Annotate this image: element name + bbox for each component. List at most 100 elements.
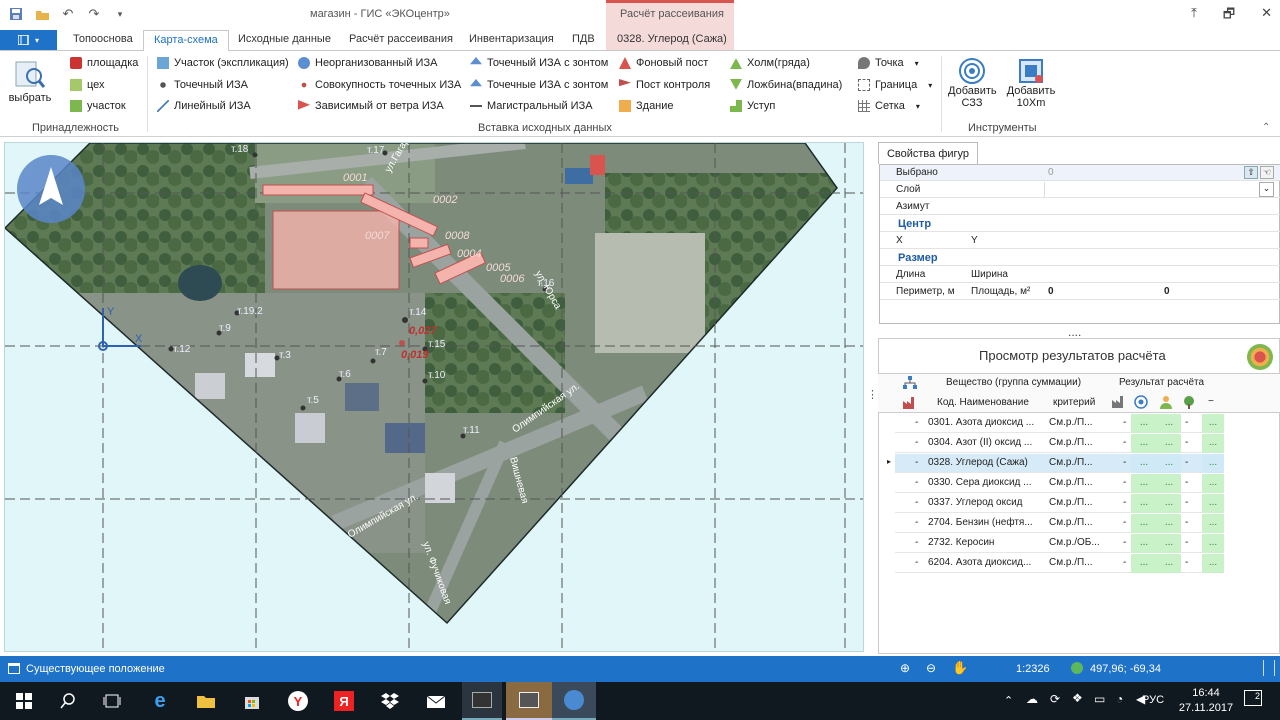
results-target-icon[interactable] xyxy=(1247,344,1273,370)
belong-shop[interactable]: цех xyxy=(70,79,105,91)
col-substance[interactable]: Вещество (группа суммации) xyxy=(946,377,1081,388)
clock[interactable]: 16:44 27.11.2017 xyxy=(1178,686,1234,716)
zoom-in-icon[interactable]: ⊕ xyxy=(900,661,910,675)
network-icon[interactable]: ◔ xyxy=(1116,692,1123,706)
search-icon[interactable] xyxy=(48,682,88,720)
tree-icon[interactable] xyxy=(1182,395,1196,412)
col-criterion[interactable]: критерий xyxy=(1053,397,1095,408)
ribbon-collapse-icon[interactable]: ⤒ xyxy=(1191,5,1197,27)
tab-topo[interactable]: Топооснова xyxy=(73,33,133,45)
belong-site[interactable]: площадка xyxy=(70,57,138,69)
panel-splitter[interactable]: .... xyxy=(1068,325,1081,339)
person-icon[interactable] xyxy=(1159,395,1173,412)
resize-grip-icon[interactable] xyxy=(1263,660,1275,676)
unorganized-source-icon xyxy=(298,57,310,69)
insert-point[interactable]: Точка ▾ xyxy=(858,57,919,69)
tab-map-scheme[interactable]: Карта-схема xyxy=(143,30,229,52)
insert-linear-source[interactable]: Линейный ИЗА xyxy=(157,100,251,112)
splitter-handle[interactable]: ⋮ xyxy=(867,388,878,401)
tab-pdv[interactable]: ПДВ xyxy=(572,33,595,45)
customize-chevron-icon[interactable]: ▾ xyxy=(112,6,128,22)
mail-icon[interactable] xyxy=(416,682,456,720)
axis-x-label: X xyxy=(135,333,143,345)
tab-figure-properties[interactable]: Свойства фигур xyxy=(878,142,978,164)
dropbox-icon[interactable] xyxy=(370,682,410,720)
yandex-browser-icon[interactable]: Y xyxy=(278,682,318,720)
tab-source-data[interactable]: Исходные данные xyxy=(238,33,331,45)
table-row[interactable]: - 0304. Азот (II) оксид ... См.р./П... -… xyxy=(895,434,1224,453)
table-row[interactable]: - 0330. Сера диоксид ... См.р./П... - ..… xyxy=(895,474,1224,493)
undo-icon[interactable]: ↶ xyxy=(60,6,76,22)
tab-dispersion[interactable]: Расчёт рассеивания xyxy=(349,33,453,45)
yandex-icon[interactable]: Я xyxy=(324,682,364,720)
menu-icon xyxy=(17,35,29,45)
site-col-icon[interactable] xyxy=(1112,396,1126,411)
tab-substance[interactable]: 0328. Углерод (Сажа) xyxy=(617,33,727,45)
col-result[interactable]: Результат расчёта xyxy=(1119,377,1204,388)
insert-umbrella-source[interactable]: Точечный ИЗА с зонтом xyxy=(470,57,608,69)
minus-icon[interactable]: − xyxy=(1208,396,1214,407)
table-row[interactable]: - 6204. Азота диоксид... См.р./П... - ..… xyxy=(895,554,1224,573)
table-row[interactable]: - 2732. Керосин См.р./ОБ... - ... ... - … xyxy=(895,534,1224,553)
ledge-icon xyxy=(730,100,742,112)
table-row-selected[interactable]: ▸ - 0328. Углерод (Сажа) См.р./П... - ..… xyxy=(887,454,1224,473)
language-indicator[interactable]: РУС xyxy=(1142,694,1164,706)
table-row[interactable]: - 0301. Азота диоксид ... См.р./П... - .… xyxy=(895,414,1224,433)
insert-unorganized-source[interactable]: Неорганизованный ИЗА xyxy=(298,57,437,69)
edge-browser-icon[interactable]: e xyxy=(140,682,180,720)
insert-boundary[interactable]: Граница ▾ xyxy=(858,79,932,91)
dropdown-chevron-icon[interactable]: ⌄ xyxy=(1259,182,1274,197)
app-task-2-icon[interactable] xyxy=(506,682,552,720)
table-row[interactable]: - 0337. Углерод оксид См.р./П... - ... .… xyxy=(895,494,1224,513)
szz-col-icon[interactable] xyxy=(1134,395,1148,412)
save-icon[interactable] xyxy=(8,6,24,22)
store-icon[interactable] xyxy=(232,682,272,720)
tab-inventory[interactable]: Инвентаризация xyxy=(469,33,554,45)
map-canvas[interactable]: 0001 0002 0007 0008 0004 0005 0006 т.18 … xyxy=(4,142,864,652)
cursor-coordinates: 497,96; -69,34 xyxy=(1090,663,1161,675)
table-row[interactable]: - 2704. Бензин (нефтя... См.р./П... - ..… xyxy=(895,514,1224,533)
onedrive-icon[interactable]: ☁ xyxy=(1026,692,1038,706)
insert-point-source[interactable]: Точечный ИЗА xyxy=(157,79,248,91)
select-button[interactable]: выбрать xyxy=(8,58,52,104)
belong-section[interactable]: участок xyxy=(70,100,126,112)
insert-building[interactable]: Здание xyxy=(619,100,674,112)
tray-dropbox-icon[interactable]: ❖ xyxy=(1072,691,1083,705)
restore-icon[interactable]: 🗗 xyxy=(1223,5,1235,27)
insert-section-explication[interactable]: Участок (экспликация) xyxy=(157,57,289,69)
layer-select[interactable] xyxy=(1044,182,1280,197)
insert-wind-source[interactable]: Зависимый от ветра ИЗА xyxy=(298,100,444,112)
insert-hill[interactable]: Холм(гряда) xyxy=(730,57,810,69)
col-code[interactable]: Код. Наименование xyxy=(937,397,1029,408)
insert-hollow[interactable]: Ложбина(впадина) xyxy=(730,79,842,91)
insert-ledge[interactable]: Уступ xyxy=(730,100,775,112)
factory-icon[interactable] xyxy=(903,397,917,412)
app-task-1-icon[interactable] xyxy=(462,682,502,720)
insert-point-set[interactable]: Совокупность точечных ИЗА xyxy=(298,79,461,91)
hierarchy-icon[interactable] xyxy=(903,376,917,393)
ecocenter-app-icon[interactable] xyxy=(552,682,596,720)
pan-hand-icon[interactable]: ✋ xyxy=(952,660,968,676)
add-szz-button[interactable]: Добавить СЗЗ xyxy=(946,57,998,109)
tray-sync-icon[interactable]: ⟳ xyxy=(1050,692,1060,706)
task-view-icon[interactable] xyxy=(92,682,132,720)
collapse-ribbon-icon[interactable]: ⌃ xyxy=(1262,122,1270,133)
file-explorer-icon[interactable] xyxy=(186,682,226,720)
windows-start-icon[interactable] xyxy=(4,682,44,720)
notification-icon[interactable]: 2 xyxy=(1244,690,1262,706)
file-menu-button[interactable]: ▾ xyxy=(0,30,57,50)
zoom-out-icon[interactable]: ⊖ xyxy=(926,661,936,675)
insert-control-post[interactable]: Пост контроля xyxy=(619,79,710,91)
insert-background-post[interactable]: Фоновый пост xyxy=(619,57,708,69)
upload-icon[interactable]: ⇧ xyxy=(1244,166,1258,179)
tray-chevron-icon[interactable]: ⌃ xyxy=(1004,694,1013,707)
insert-grid[interactable]: Сетка ▾ xyxy=(858,100,920,112)
add-10xm-button[interactable]: Добавить 10Xm xyxy=(1004,57,1058,109)
hand-icon[interactable]: ☜ xyxy=(1260,166,1274,179)
close-icon[interactable]: ✕ xyxy=(1261,5,1272,27)
battery-icon[interactable]: ▭ xyxy=(1094,692,1105,706)
redo-icon[interactable]: ↷ xyxy=(86,6,102,22)
open-folder-icon[interactable] xyxy=(34,6,50,22)
insert-umbrella-sources[interactable]: Точечные ИЗА с зонтом xyxy=(470,79,608,91)
insert-main-source[interactable]: Магистральный ИЗА xyxy=(470,100,593,112)
